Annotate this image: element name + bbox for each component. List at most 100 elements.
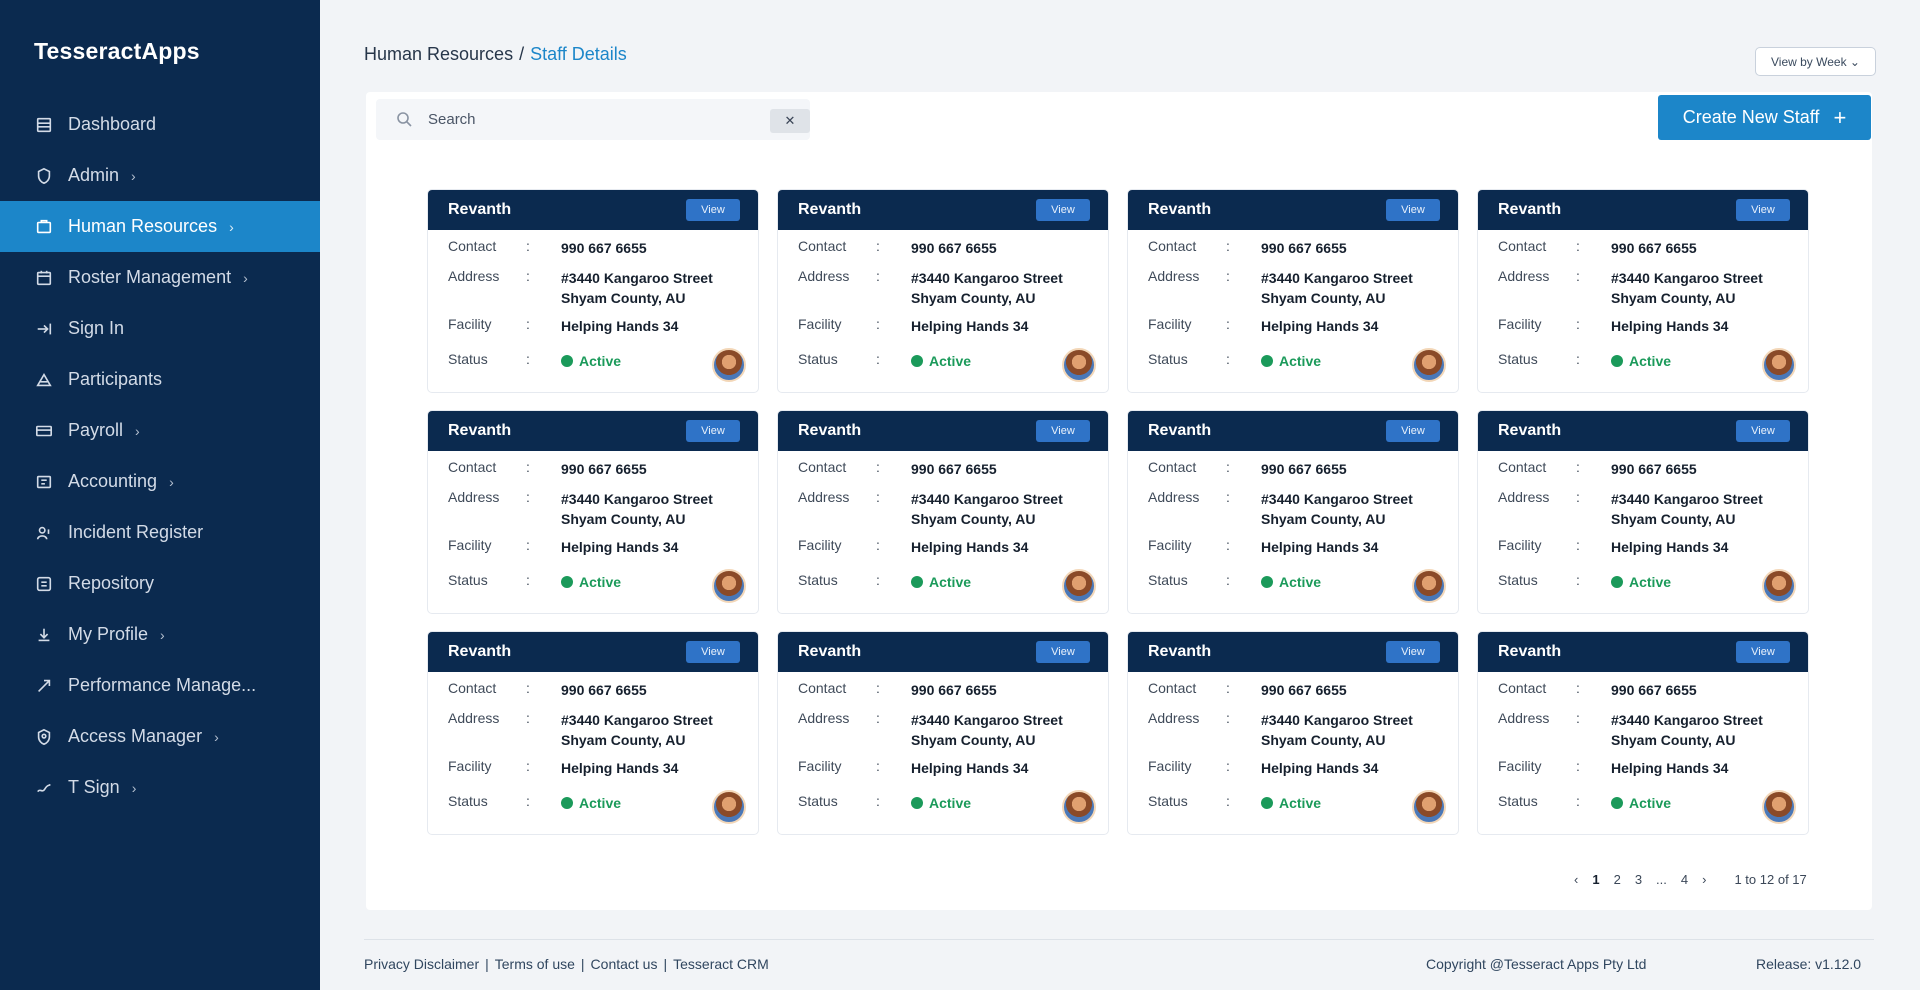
contact-label: Contact — [1498, 459, 1547, 475]
sidebar-item-sign-in[interactable]: Sign In — [0, 303, 320, 354]
sidebar-item-repository[interactable]: Repository — [0, 558, 320, 609]
pagination-prev-button[interactable]: ‹ — [1574, 872, 1578, 887]
footer-copyright: Copyright @Tesseract Apps Pty Ltd — [1426, 956, 1647, 972]
address-row: Address: #3440 Kangaroo Street Shyam Count… — [798, 268, 1108, 310]
address-label: Address — [448, 489, 500, 505]
avatar[interactable] — [1762, 569, 1796, 603]
staff-card[interactable]: Revanth View Contact: 990 667 6655 Address: #… — [778, 632, 1108, 834]
status-label: Status — [448, 793, 488, 809]
sidebar-item-performance-management[interactable]: Performance Manage... — [0, 660, 320, 711]
avatar[interactable] — [1412, 348, 1446, 382]
colon: : — [876, 572, 880, 588]
status-dot-icon — [911, 576, 923, 588]
footer-link-privacy[interactable]: Privacy Disclaimer — [364, 956, 479, 972]
avatar[interactable] — [1062, 348, 1096, 382]
pagination-page[interactable]: 3 — [1635, 872, 1642, 887]
footer-link-terms[interactable]: Terms of use — [495, 956, 575, 972]
footer-link-contact[interactable]: Contact us — [591, 956, 658, 972]
contact-row: Contact: 990 667 6655 — [448, 459, 758, 481]
status-label: Status — [448, 572, 488, 588]
staff-card[interactable]: Revanth View Contact: 990 667 6655 Address: #… — [1478, 190, 1808, 392]
view-by-select[interactable]: View by Week ⌄ — [1755, 47, 1876, 76]
status-dot-icon — [1611, 576, 1623, 588]
avatar[interactable] — [712, 790, 746, 824]
facility-row: Facility: Helping Hands 34 — [1498, 758, 1808, 780]
avatar[interactable] — [1762, 790, 1796, 824]
staff-card[interactable]: Revanth View Contact: 990 667 6655 Address: #… — [428, 632, 758, 834]
sidebar-item-accounting[interactable]: Accounting › — [0, 456, 320, 507]
view-staff-button[interactable]: View — [1386, 199, 1440, 221]
pagination-page[interactable]: 4 — [1681, 872, 1688, 887]
sidebar-item-label: Performance Manage... — [68, 675, 257, 695]
address-value: #3440 Kangaroo Street Shyam County, AU — [911, 489, 1063, 529]
avatar[interactable] — [1412, 569, 1446, 603]
facility-row: Facility: Helping Hands 34 — [798, 537, 1108, 559]
brand-logo[interactable]: TesseractApps — [34, 38, 200, 65]
staff-card[interactable]: Revanth View Contact: 990 667 6655 Address: #… — [778, 411, 1108, 613]
sidebar-item-roster-management[interactable]: Roster Management › — [0, 252, 320, 303]
sidebar-item-access-manager[interactable]: Access Manager › — [0, 711, 320, 762]
staff-card[interactable]: Revanth View Contact: 990 667 6655 Address: #… — [778, 190, 1108, 392]
staff-card[interactable]: Revanth View Contact: 990 667 6655 Address: #… — [428, 411, 758, 613]
pagination-next-button[interactable]: › — [1702, 872, 1706, 887]
view-staff-button[interactable]: View — [1386, 641, 1440, 663]
colon: : — [1576, 489, 1580, 505]
colon: : — [876, 758, 880, 774]
breadcrumb-parent[interactable]: Human Resources — [364, 44, 513, 64]
avatar[interactable] — [1762, 348, 1796, 382]
sidebar-item-participants[interactable]: Participants — [0, 354, 320, 405]
sidebar-item-payroll[interactable]: Payroll › — [0, 405, 320, 456]
facility-label: Facility — [798, 537, 842, 553]
status-label: Status — [448, 351, 488, 367]
staff-card[interactable]: Revanth View Contact: 990 667 6655 Address: #… — [1128, 411, 1458, 613]
staff-card[interactable]: Revanth View Contact: 990 667 6655 Address: #… — [1128, 190, 1458, 392]
facility-value: Helping Hands 34 — [911, 539, 1029, 555]
avatar[interactable] — [1412, 790, 1446, 824]
pagination-page[interactable]: 2 — [1614, 872, 1621, 887]
staff-card[interactable]: Revanth View Contact: 990 667 6655 Address: #… — [1478, 411, 1808, 613]
address-row: Address: #3440 Kangaroo Street Shyam Count… — [1148, 489, 1458, 531]
staff-card[interactable]: Revanth View Contact: 990 667 6655 Address: #… — [1128, 632, 1458, 834]
view-staff-button[interactable]: View — [1736, 641, 1790, 663]
avatar[interactable] — [712, 348, 746, 382]
search-input[interactable]: Search ✕ — [376, 99, 810, 140]
staff-card-body: Contact: 990 667 6655 Address: #3440 Kangar… — [778, 672, 1108, 813]
address-label: Address — [1498, 710, 1550, 726]
view-staff-button[interactable]: View — [1736, 420, 1790, 442]
staff-card[interactable]: Revanth View Contact: 990 667 6655 Address: #… — [1478, 632, 1808, 834]
staff-name: Revanth — [798, 201, 862, 218]
avatar[interactable] — [1062, 790, 1096, 824]
create-new-staff-button[interactable]: Create New Staff + — [1658, 95, 1871, 140]
contact-value: 990 667 6655 — [911, 240, 997, 256]
view-staff-button[interactable]: View — [686, 199, 740, 221]
status-value: Active — [579, 353, 622, 369]
sidebar-item-dashboard[interactable]: Dashboard — [0, 99, 320, 150]
sidebar-item-label: Dashboard — [68, 114, 157, 134]
staff-name: Revanth — [448, 422, 512, 439]
view-staff-button[interactable]: View — [686, 641, 740, 663]
view-staff-button[interactable]: View — [686, 420, 740, 442]
status-badge: Active — [911, 793, 971, 813]
avatar[interactable] — [1062, 569, 1096, 603]
address-line-2: Shyam County, AU — [561, 732, 686, 748]
address-line-2: Shyam County, AU — [911, 511, 1036, 527]
search-clear-button[interactable]: ✕ — [770, 109, 810, 133]
view-staff-button[interactable]: View — [1036, 199, 1090, 221]
colon: : — [526, 316, 530, 332]
view-staff-button[interactable]: View — [1036, 641, 1090, 663]
sidebar-item-incident-register[interactable]: Incident Register — [0, 507, 320, 558]
avatar[interactable] — [712, 569, 746, 603]
sidebar-item-t-sign[interactable]: T Sign › — [0, 762, 320, 813]
view-staff-button[interactable]: View — [1386, 420, 1440, 442]
contact-label: Contact — [1498, 680, 1547, 696]
sidebar-item-my-profile[interactable]: My Profile › — [0, 609, 320, 660]
pagination-page[interactable]: 1 — [1592, 872, 1599, 887]
footer-link-crm[interactable]: Tesseract CRM — [673, 956, 769, 972]
sidebar-item-admin[interactable]: Admin › — [0, 150, 320, 201]
staff-card[interactable]: Revanth View Contact: 990 667 6655 Address: #… — [428, 190, 758, 392]
address-label: Address — [1498, 268, 1550, 284]
view-staff-button[interactable]: View — [1036, 420, 1090, 442]
address-line-1: #3440 Kangaroo Street — [561, 712, 713, 728]
view-staff-button[interactable]: View — [1736, 199, 1790, 221]
sidebar-item-human-resources[interactable]: Human Resources › — [0, 201, 320, 252]
